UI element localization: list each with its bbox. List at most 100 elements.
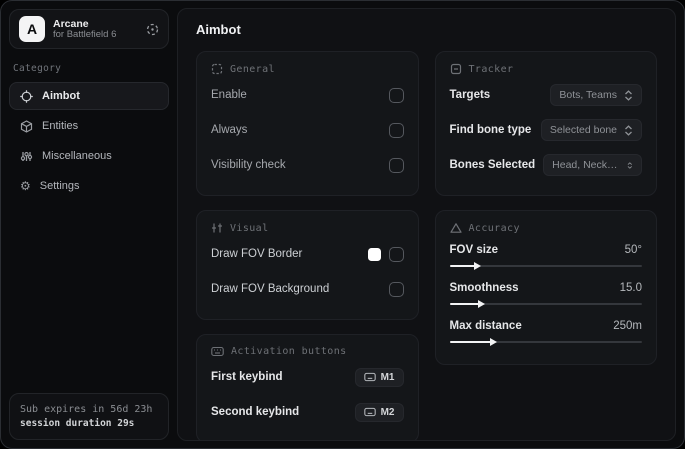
activation-card-header: Activation buttons xyxy=(211,346,404,357)
enable-checkbox[interactable] xyxy=(388,87,404,103)
setting-label: First keybind xyxy=(211,371,283,383)
fov-size-value: 50° xyxy=(624,244,642,256)
app-window: A Arcane for Battlefield 6 Category Aimb… xyxy=(0,0,685,449)
setting-label: Targets xyxy=(449,89,491,101)
draw-fov-border-checkbox[interactable] xyxy=(388,246,404,262)
setting-label: Draw FOV Background xyxy=(211,283,330,295)
setting-label: FOV size xyxy=(449,244,499,256)
setting-row-draw-fov-background: Draw FOV Background xyxy=(211,278,404,300)
brand-text: Arcane for Battlefield 6 xyxy=(53,18,138,41)
accuracy-card-header: Accuracy xyxy=(449,222,643,234)
keyboard-icon xyxy=(363,372,376,382)
activation-buttons-card: Activation buttons First keybind M1 Seco… xyxy=(196,334,419,440)
chevron-up-down-icon xyxy=(625,89,632,101)
card-title-label: Tracker xyxy=(468,63,514,75)
accuracy-card: Accuracy FOV size 50° Smoothness 15.0 Ma… xyxy=(434,210,657,365)
draw-fov-background-checkbox[interactable] xyxy=(388,281,404,297)
page-title: Aimbot xyxy=(196,22,241,37)
max-distance-value: 250m xyxy=(613,320,642,332)
app-subtitle: for Battlefield 6 xyxy=(53,28,117,40)
first-keybind-button[interactable]: M1 xyxy=(354,367,404,387)
card-title-label: Activation buttons xyxy=(231,346,347,357)
tracker-card: Tracker Targets Bots, Teams Find bone ty… xyxy=(434,51,657,196)
fov-size-group: FOV size 50° xyxy=(449,244,642,270)
slider-fill xyxy=(449,303,481,305)
tracker-card-header: Tracker xyxy=(450,63,643,75)
slider-fill xyxy=(449,265,477,267)
dropdown-value: Selected bone xyxy=(549,124,617,136)
card-title-label: General xyxy=(230,63,275,75)
left-column: General Enable Always Visibility check V… xyxy=(196,51,419,440)
chevron-up-down-icon xyxy=(628,161,633,169)
visual-card: Visual Draw FOV Border Draw FOV Backgrou… xyxy=(196,210,419,320)
entities-icon xyxy=(20,119,33,133)
keybind-value: M2 xyxy=(380,406,395,418)
setting-label: Second keybind xyxy=(211,406,300,418)
slider-thumb[interactable] xyxy=(489,338,497,346)
app-title: Arcane xyxy=(53,17,89,30)
setting-row-find-bone-type: Find bone type Selected bone xyxy=(450,119,642,141)
slider-thumb[interactable] xyxy=(478,300,486,308)
setting-label: Bones Selected xyxy=(449,159,536,171)
setting-label: Draw FOV Border xyxy=(211,248,303,260)
keyboard-icon xyxy=(211,346,224,357)
sync-icon[interactable] xyxy=(146,23,159,36)
triangle-icon xyxy=(449,223,462,233)
session-duration-text: session duration 29s xyxy=(20,417,135,429)
visual-card-header: Visual xyxy=(211,222,404,234)
max-distance-slider[interactable] xyxy=(449,338,642,346)
gear-icon: ⚙ xyxy=(20,179,31,193)
setting-label: Smoothness xyxy=(449,282,519,294)
sidebar-item-label: Aimbot xyxy=(42,90,80,102)
sidebar-item-label: Miscellaneous xyxy=(42,150,112,162)
slider-thumb[interactable] xyxy=(474,262,482,270)
category-label: Category xyxy=(13,63,62,74)
sidebar-item-label: Settings xyxy=(39,180,80,192)
bones-selected-dropdown[interactable]: Head, Neck, Body, Pe.. xyxy=(543,154,642,176)
targets-dropdown[interactable]: Bots, Teams xyxy=(550,84,642,106)
setting-row-first-keybind: First keybind M1 xyxy=(211,366,404,388)
setting-row-enable: Enable xyxy=(211,84,404,106)
crosshair-icon xyxy=(20,89,33,103)
sidebar-item-label: Entities xyxy=(42,120,79,132)
sidebar-item-settings[interactable]: ⚙ Settings xyxy=(9,172,169,200)
sub-expiry-text: Sub expires in 56d 23h xyxy=(20,403,153,415)
setting-row-second-keybind: Second keybind M2 xyxy=(211,401,404,423)
chevron-up-down-icon xyxy=(625,124,632,136)
general-card: General Enable Always Visibility check xyxy=(196,51,419,196)
card-title-label: Visual xyxy=(230,222,269,234)
max-distance-group: Max distance 250m xyxy=(449,320,642,346)
main-panel: Aimbot General Enable Always Visibility … xyxy=(177,8,676,441)
sidebar-item-entities[interactable]: Entities xyxy=(9,112,169,140)
setting-label: Visibility check xyxy=(211,159,286,171)
app-logo: A xyxy=(19,16,45,42)
setting-label: Max distance xyxy=(449,320,522,332)
fov-size-slider[interactable] xyxy=(449,262,642,270)
smoothness-slider[interactable] xyxy=(449,300,642,308)
subscription-card: Sub expires in 56d 23h session duration … xyxy=(9,392,169,440)
slider-fill xyxy=(449,341,492,343)
find-bone-type-dropdown[interactable]: Selected bone xyxy=(540,119,642,141)
sidebar: A Arcane for Battlefield 6 Category Aimb… xyxy=(1,1,177,448)
sliders-icon xyxy=(212,223,222,233)
sidebar-item-aimbot[interactable]: Aimbot xyxy=(9,82,169,110)
setting-row-draw-fov-border: Draw FOV Border xyxy=(211,243,404,265)
setting-row-always: Always xyxy=(211,119,404,141)
brand-card: A Arcane for Battlefield 6 xyxy=(9,9,169,49)
setting-row-targets: Targets Bots, Teams xyxy=(449,84,642,106)
general-card-header: General xyxy=(211,63,404,75)
smoothness-group: Smoothness 15.0 xyxy=(449,282,642,308)
smoothness-value: 15.0 xyxy=(619,282,642,294)
visibility-check-checkbox[interactable] xyxy=(388,157,404,173)
always-checkbox[interactable] xyxy=(388,122,404,138)
square-minus-icon xyxy=(450,63,461,75)
sidebar-item-miscellaneous[interactable]: Miscellaneous xyxy=(9,142,169,170)
right-column: Tracker Targets Bots, Teams Find bone ty… xyxy=(434,51,657,379)
card-title-label: Accuracy xyxy=(468,222,520,234)
setting-row-bones-selected: Bones Selected Head, Neck, Body, Pe.. xyxy=(449,154,642,176)
second-keybind-button[interactable]: M2 xyxy=(354,402,404,422)
fov-border-color-swatch[interactable] xyxy=(367,247,381,261)
keyboard-icon xyxy=(363,407,376,417)
keybind-value: M1 xyxy=(380,371,395,383)
